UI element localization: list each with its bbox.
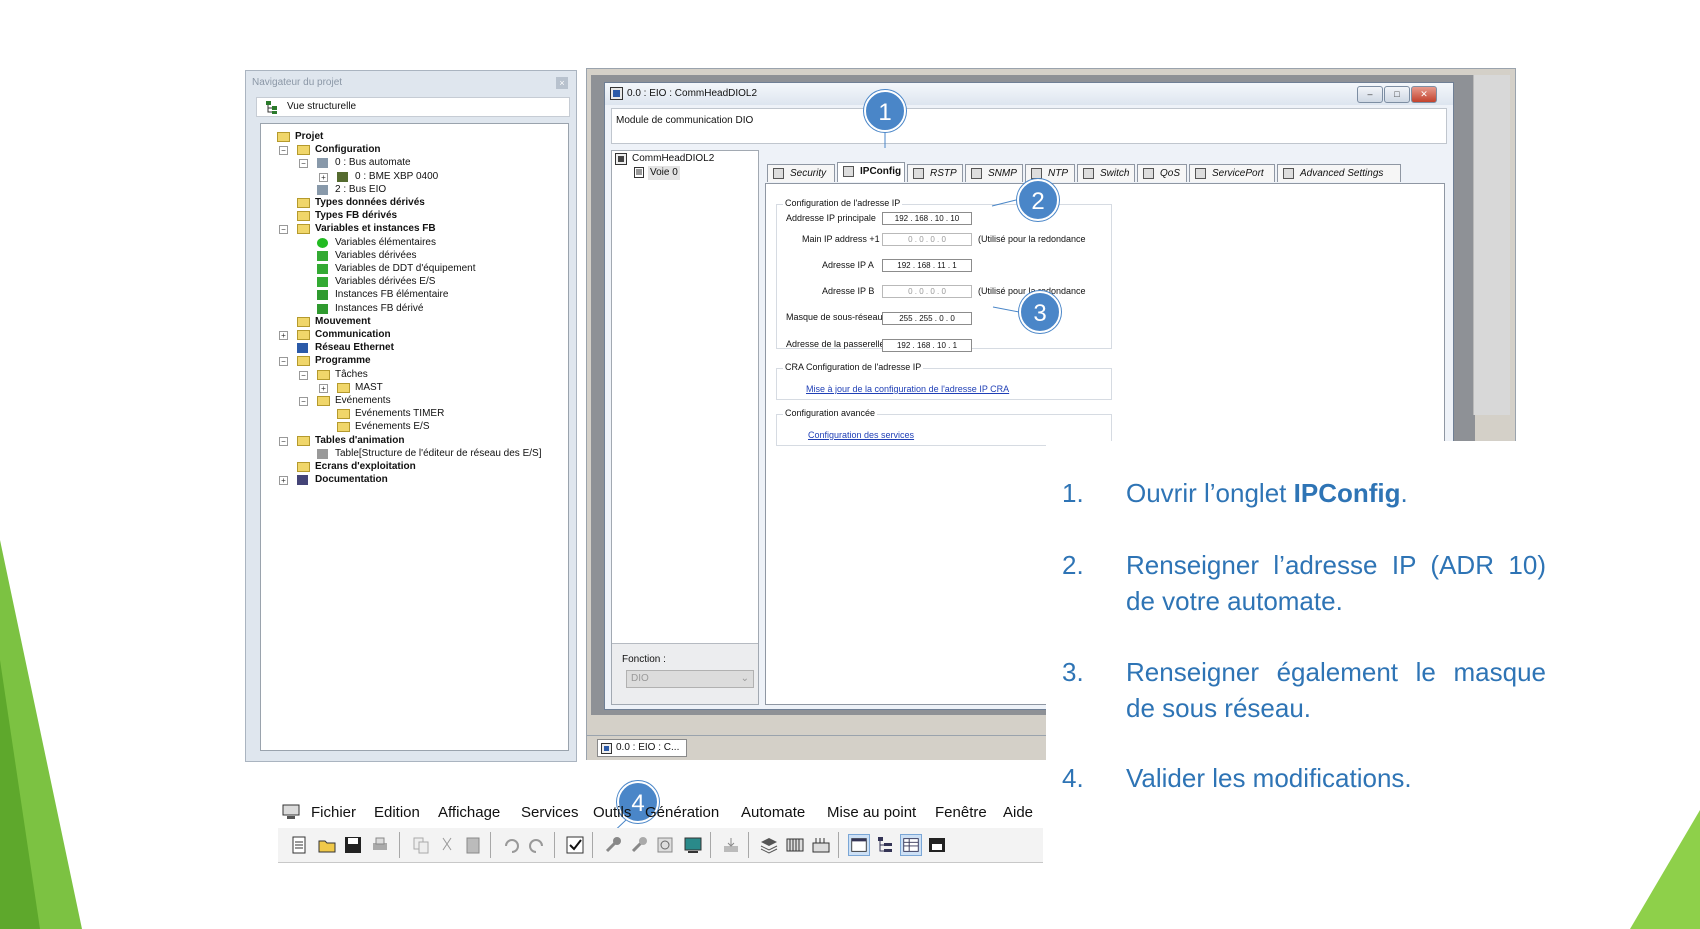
toolbar — [278, 828, 1043, 863]
instruction-step: 4. Valider les modifications. — [1062, 760, 1542, 800]
app-icon — [282, 804, 300, 819]
menu-mise-au-point[interactable]: Mise au point — [827, 804, 916, 821]
rack-icon[interactable] — [784, 834, 806, 856]
instruction-step: 2. Renseigner l’adresse IP (ADR 10) de v… — [1062, 547, 1546, 623]
instruction-step: 1. Ouvrir l’onglet IPConfig. — [1062, 475, 1542, 515]
new-file-icon[interactable] — [288, 834, 310, 856]
instruction-text: Renseigner l’adresse IP (ADR 10) de votr… — [1126, 550, 1546, 616]
toolbar-separator — [554, 832, 555, 858]
instruction-number: 1. — [1062, 478, 1084, 508]
redo-icon[interactable] — [526, 834, 548, 856]
io-icon[interactable] — [810, 834, 832, 856]
stack-icon[interactable] — [758, 834, 780, 856]
rebuild-icon[interactable] — [628, 834, 650, 856]
validate-checkbox-icon[interactable] — [564, 834, 586, 856]
menu-fenetre[interactable]: Fenêtre — [935, 804, 987, 821]
menu-aide[interactable]: Aide — [1003, 804, 1033, 821]
instruction-text: Ouvrir l’onglet IPConfig. — [1126, 475, 1546, 511]
instruction-text-part: . — [1400, 478, 1408, 508]
menu-edition[interactable]: Edition — [374, 804, 420, 821]
instruction-number: 2. — [1062, 550, 1084, 580]
instruction-number: 3. — [1062, 657, 1084, 687]
paste-icon[interactable] — [462, 834, 484, 856]
menu-services[interactable]: Services — [521, 804, 579, 821]
instructions-card: 1. Ouvrir l’onglet IPConfig. 2. Renseign… — [1046, 441, 1546, 871]
print-icon[interactable] — [369, 834, 391, 856]
instruction-step: 3. Renseigner également le masque de sou… — [1062, 654, 1546, 730]
open-folder-icon[interactable] — [316, 834, 338, 856]
monitor-icon[interactable] — [682, 834, 704, 856]
menu-affichage[interactable]: Affichage — [438, 804, 500, 821]
toolbar-separator — [838, 832, 839, 858]
save-icon[interactable] — [342, 834, 364, 856]
analyze-icon[interactable] — [654, 834, 676, 856]
step-marker-1: 1 — [864, 90, 906, 132]
table-view-icon[interactable] — [900, 834, 922, 856]
instruction-text: Renseigner également le masque de sous r… — [1126, 657, 1546, 723]
toolbar-separator — [748, 832, 749, 858]
toolbar-separator — [399, 832, 400, 858]
menu-outils[interactable]: Outils — [593, 804, 631, 821]
toolbar-separator — [490, 832, 491, 858]
menu-fichier[interactable]: Fichier — [311, 804, 356, 821]
step-marker-2: 2 — [1017, 179, 1059, 221]
instruction-text: Valider les modifications. — [1126, 763, 1412, 793]
cut-icon[interactable] — [436, 834, 458, 856]
tree-view-icon[interactable] — [874, 834, 896, 856]
menu-generation[interactable]: Génération — [645, 804, 719, 821]
instruction-text-part: Ouvrir l’onglet — [1126, 478, 1294, 508]
build-wrench-icon[interactable] — [602, 834, 624, 856]
instruction-emphasis: IPConfig — [1293, 478, 1401, 508]
toolbar-separator — [710, 832, 711, 858]
project-browser-icon[interactable] — [848, 834, 870, 856]
window-icon[interactable] — [926, 834, 948, 856]
step-marker-3: 3 — [1019, 291, 1061, 333]
menu-bar: Fichier Edition Affichage Services Outil… — [278, 800, 1043, 826]
transfer-icon[interactable] — [720, 834, 742, 856]
copy-icon[interactable] — [410, 834, 432, 856]
instruction-number: 4. — [1062, 763, 1084, 793]
undo-icon[interactable] — [500, 834, 522, 856]
menu-automate[interactable]: Automate — [741, 804, 805, 821]
toolbar-separator — [592, 832, 593, 858]
